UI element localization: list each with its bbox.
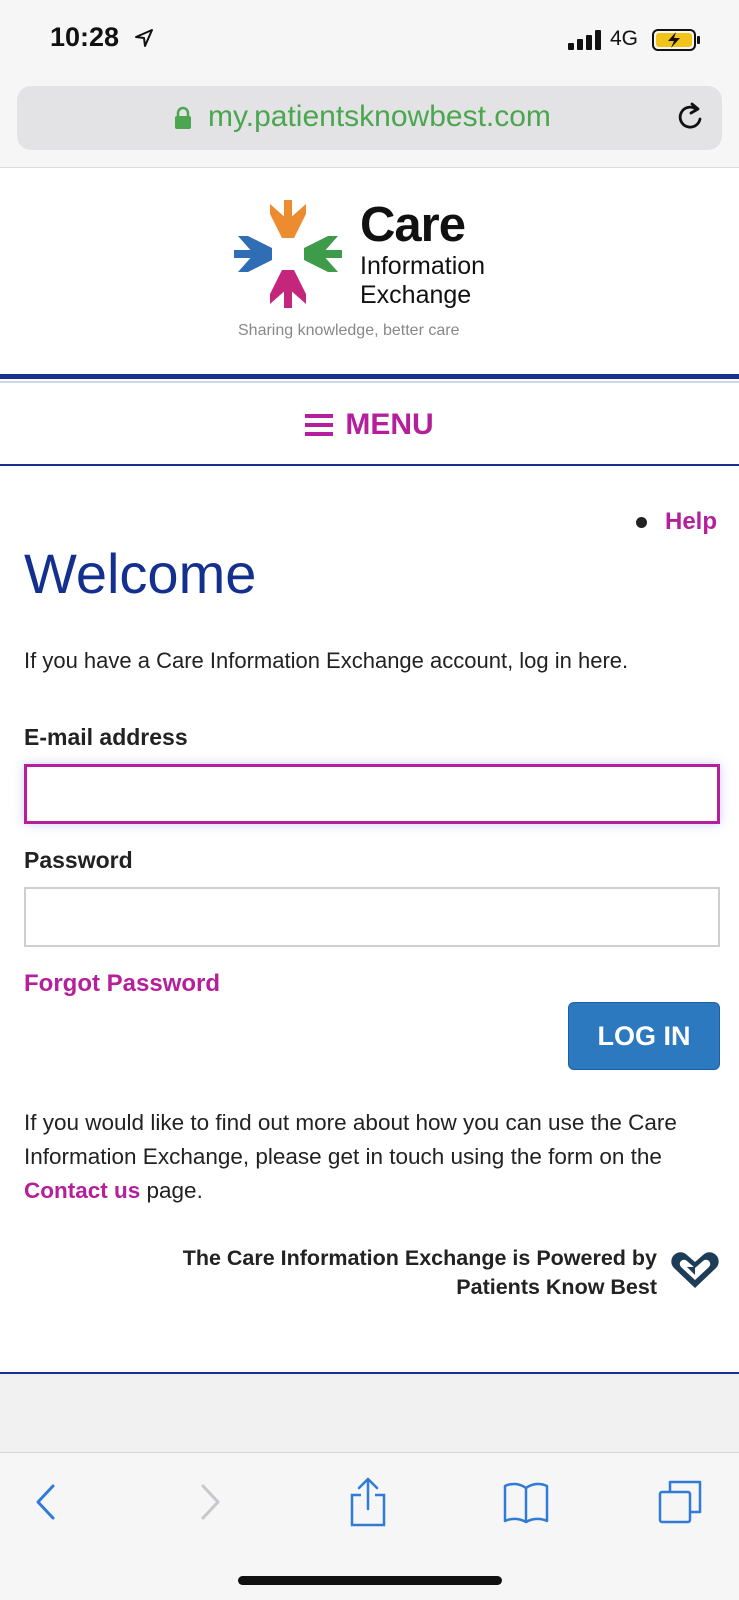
- menu-divider: [0, 464, 739, 466]
- email-field[interactable]: [24, 764, 720, 824]
- info-text-before: If you would like to find out more about…: [24, 1110, 677, 1169]
- email-label: E-mail address: [24, 724, 188, 750]
- contact-us-link[interactable]: Contact us: [24, 1178, 140, 1203]
- location-arrow-icon: [135, 29, 153, 47]
- battery-charging-icon: [652, 29, 700, 51]
- footer: [0, 1374, 739, 1452]
- home-indicator[interactable]: [238, 1576, 502, 1585]
- password-field[interactable]: [24, 887, 720, 947]
- header-divider: [0, 374, 739, 379]
- back-icon: [36, 1484, 55, 1520]
- menu-button[interactable]: MENU: [0, 385, 739, 465]
- intro-text: If you have a Care Information Exchange …: [24, 648, 629, 673]
- logo-text-exchange: Exchange: [360, 281, 472, 309]
- tabs-button[interactable]: [656, 1478, 704, 1526]
- powered-by-line-1: The Care Information Exchange is Powered…: [182, 1246, 657, 1270]
- forward-button[interactable]: [186, 1478, 234, 1526]
- reload-icon[interactable]: [676, 101, 706, 133]
- bookmarks-icon: [503, 1482, 549, 1524]
- logo-text-care: Care: [360, 198, 466, 252]
- powered-by-text: The Care Information Exchange is Powered…: [183, 1244, 657, 1302]
- menu-label: MENU: [345, 408, 434, 441]
- back-button[interactable]: [22, 1478, 70, 1526]
- password-label: Password: [24, 847, 133, 873]
- logo-text-information: Information: [360, 252, 486, 280]
- network-type: 4G: [610, 27, 639, 50]
- status-time: 10:28: [50, 22, 120, 52]
- info-paragraph: If you would like to find out more about…: [24, 1106, 724, 1208]
- patients-know-best-logo[interactable]: [670, 1250, 720, 1290]
- signal-bars-icon: [568, 30, 601, 50]
- share-button[interactable]: [344, 1477, 392, 1527]
- lock-icon: [175, 106, 191, 129]
- help-link[interactable]: Help: [665, 508, 717, 536]
- powered-by-line-2: Patients Know Best: [456, 1275, 657, 1299]
- tabs-icon: [658, 1480, 702, 1524]
- header-divider-shadow: [0, 381, 739, 383]
- forgot-password-link[interactable]: Forgot Password: [24, 970, 220, 998]
- info-text-after: page.: [140, 1178, 203, 1203]
- logo-tagline: Sharing knowledge, better care: [238, 322, 460, 339]
- forward-icon: [201, 1484, 220, 1520]
- bullet-icon: [636, 517, 647, 528]
- page-title: Welcome: [24, 542, 257, 605]
- bookmarks-button[interactable]: [502, 1478, 550, 1526]
- care-information-exchange-logo[interactable]: [232, 198, 344, 310]
- url-text[interactable]: my.patientsknowbest.com: [208, 100, 551, 134]
- share-icon: [350, 1477, 386, 1527]
- log-in-button[interactable]: LOG IN: [568, 1002, 720, 1070]
- hamburger-icon: [305, 414, 334, 436]
